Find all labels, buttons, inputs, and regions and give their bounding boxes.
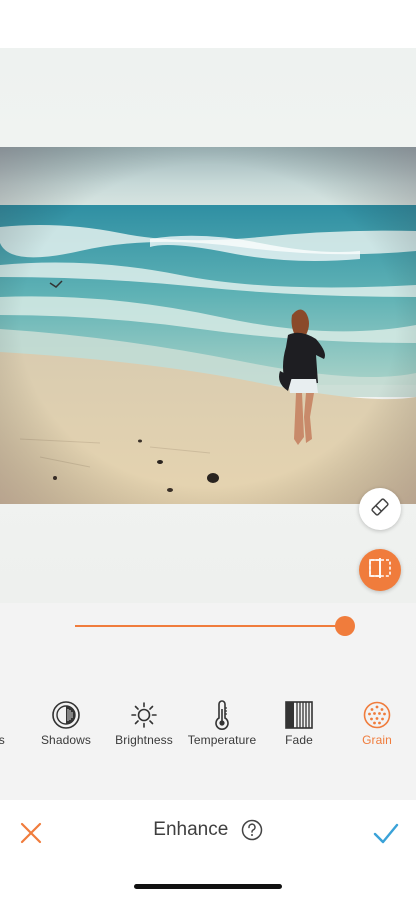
- brightness-icon: [104, 700, 184, 730]
- header: Enhance: [0, 819, 416, 841]
- photo-canvas: [0, 48, 416, 603]
- compare-button[interactable]: [359, 549, 401, 591]
- intensity-slider[interactable]: [75, 615, 355, 637]
- tool-label: Grain: [362, 733, 392, 747]
- eraser-icon: [369, 496, 391, 523]
- tool-shadows[interactable]: Shadows: [26, 700, 106, 756]
- shadows-icon: [26, 700, 106, 730]
- confirm-button[interactable]: [372, 820, 400, 846]
- compare-icon: [368, 557, 392, 584]
- home-indicator: [134, 884, 282, 889]
- tool-temperature[interactable]: Temperature: [182, 700, 262, 756]
- tool-label: Highlights: [0, 733, 5, 747]
- tool-label: Brightness: [115, 733, 173, 747]
- grain-icon: [337, 700, 416, 730]
- highlights-icon: [0, 700, 18, 730]
- tool-label: Fade: [285, 733, 313, 747]
- screen-title: Enhance: [153, 819, 229, 840]
- slider-track[interactable]: [75, 625, 345, 627]
- tool-grain[interactable]: Grain: [337, 700, 416, 756]
- tool-brightness[interactable]: Brightness: [104, 700, 184, 756]
- top-bar: [0, 0, 416, 48]
- question-circle-icon[interactable]: [241, 819, 263, 841]
- adjustment-panel: Highlights Shadows: [0, 603, 416, 800]
- bottom-bar: Enhance: [0, 800, 416, 900]
- tool-label: Shadows: [40, 733, 92, 747]
- temperature-icon: [182, 700, 262, 730]
- eraser-button[interactable]: [359, 488, 401, 530]
- tool-highlights[interactable]: Highlights: [0, 700, 18, 756]
- tool-label: Temperature: [187, 733, 257, 747]
- tool-fade[interactable]: Fade: [259, 700, 339, 756]
- tool-strip: Highlights Shadows: [0, 700, 416, 756]
- beach-photo-image: [0, 147, 416, 504]
- fade-icon: [259, 700, 339, 730]
- beach-photo[interactable]: [0, 147, 416, 504]
- checkmark-icon: [372, 823, 400, 850]
- slider-knob[interactable]: [335, 616, 355, 636]
